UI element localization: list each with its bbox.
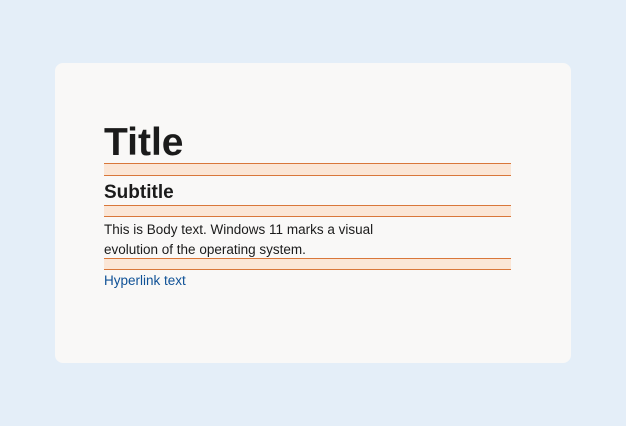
subtitle-text: Subtitle xyxy=(104,182,174,203)
spacing-guide-title-subtitle xyxy=(104,163,511,176)
spacing-guide-subtitle-body xyxy=(104,205,511,217)
title-text: Title xyxy=(104,121,184,164)
spacing-guide-body-link xyxy=(104,258,511,270)
hyperlink-text[interactable]: Hyperlink text xyxy=(104,272,186,290)
body-text: This is Body text. Windows 11 marks a vi… xyxy=(104,222,374,257)
